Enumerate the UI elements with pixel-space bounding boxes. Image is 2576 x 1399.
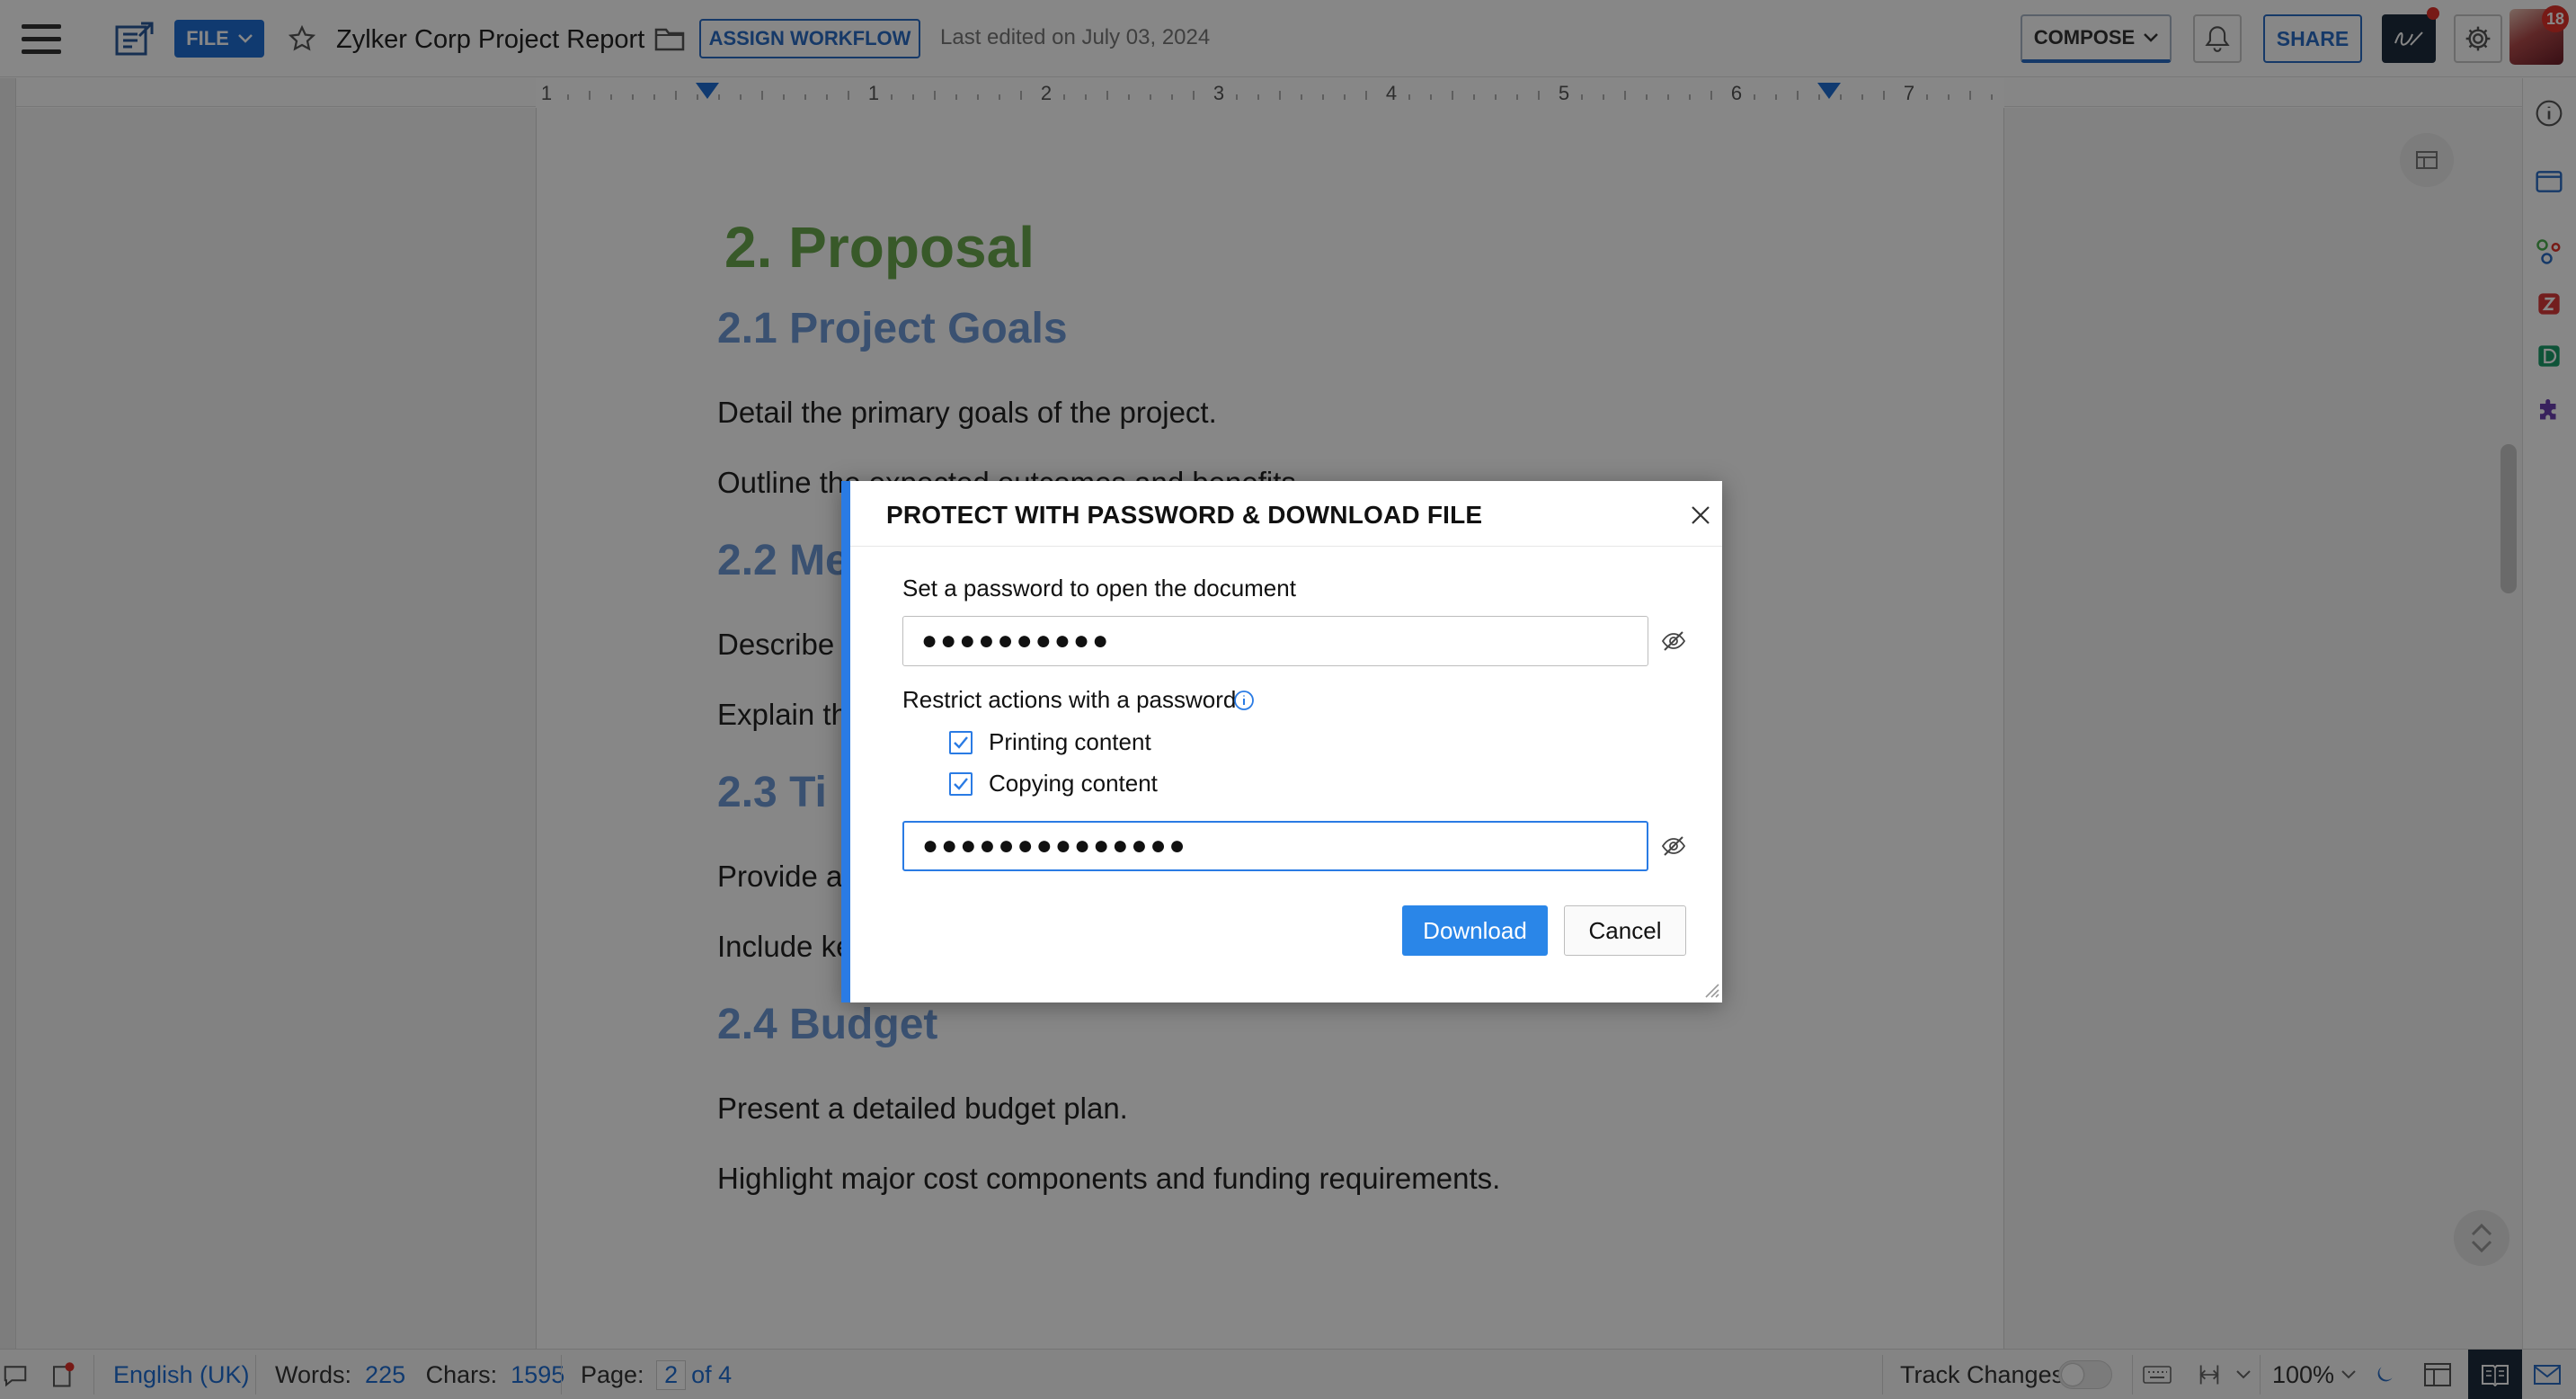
copying-checkbox[interactable] (949, 772, 973, 796)
open-password-label: Set a password to open the document (902, 575, 1296, 601)
open-password-field[interactable]: ●●●●●●●●●● (902, 616, 1648, 666)
dialog-divider (850, 546, 1722, 547)
info-icon[interactable] (1233, 690, 1255, 711)
restrict-actions-label: Restrict actions with a password (902, 686, 1237, 713)
cancel-button[interactable]: Cancel (1564, 905, 1686, 956)
checkbox-checked-icon (954, 736, 968, 749)
restrict-password-field[interactable]: ●●●●●●●●●●●●●● (902, 821, 1648, 871)
printing-checkbox[interactable] (949, 731, 973, 754)
close-icon[interactable] (1683, 497, 1719, 533)
download-button[interactable]: Download (1402, 905, 1548, 956)
copying-content-label[interactable]: Copying content (989, 770, 1158, 798)
printing-content-label[interactable]: Printing content (989, 728, 1151, 756)
eye-off-icon[interactable] (1656, 623, 1692, 659)
checkbox-checked-icon (954, 778, 968, 790)
resize-handle-icon[interactable] (1701, 979, 1720, 999)
password-download-dialog: PROTECT WITH PASSWORD & DOWNLOAD FILE Se… (841, 481, 1722, 1002)
eye-off-icon[interactable] (1656, 828, 1692, 864)
dialog-title: PROTECT WITH PASSWORD & DOWNLOAD FILE (886, 501, 1483, 529)
